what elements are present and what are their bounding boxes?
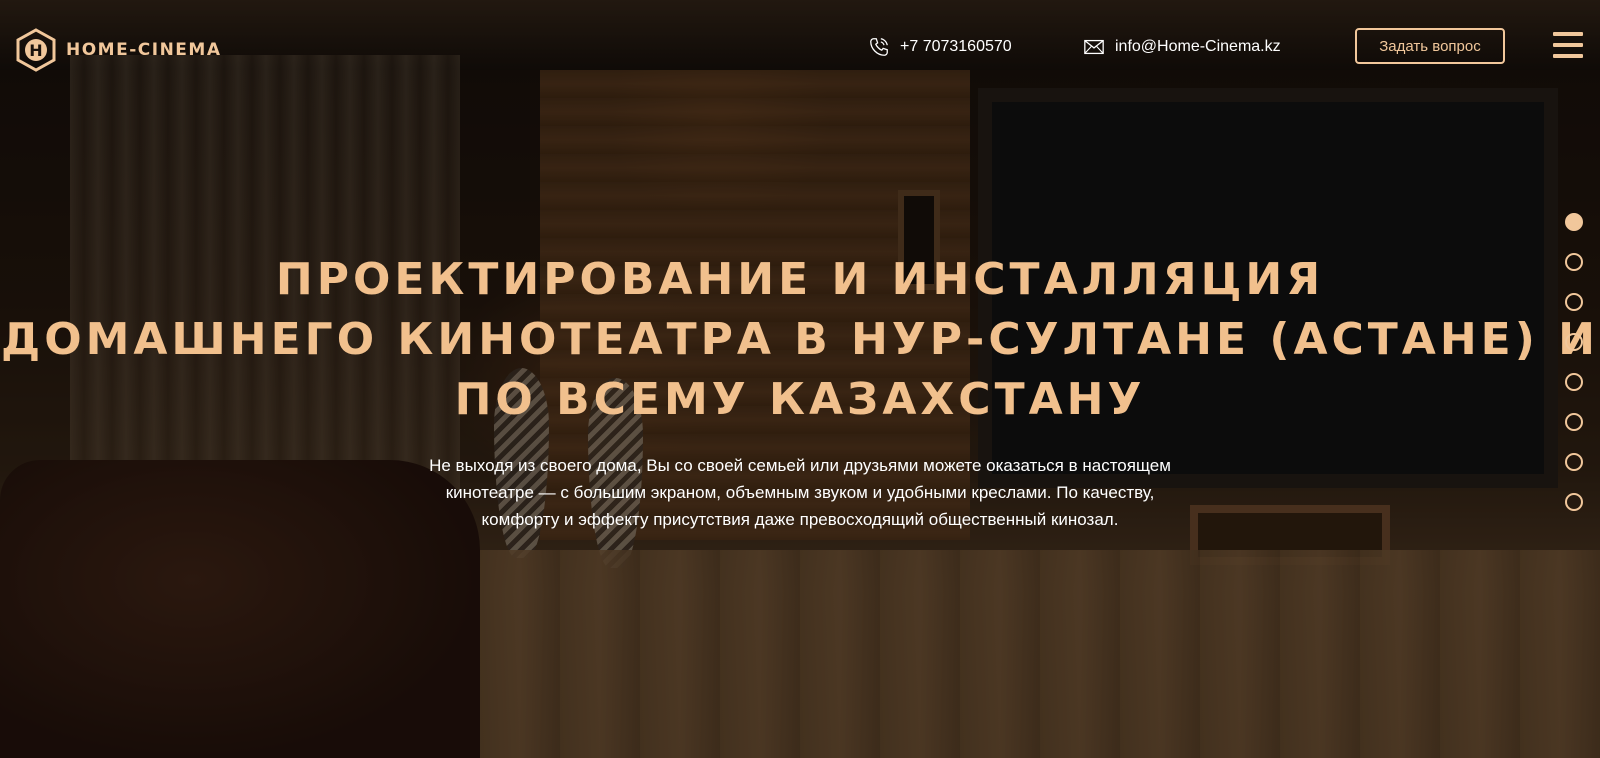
pager-dot-1[interactable] [1565, 213, 1583, 231]
hero-title-line: ПРОЕКТИРОВАНИЕ И ИНСТАЛЛЯЦИЯ [275, 254, 1325, 305]
pager-dot-7[interactable] [1565, 453, 1583, 471]
hero-description-line: комфорту и эффекту присутствия даже прев… [481, 510, 1119, 529]
logo-hexagon-icon: H [16, 28, 56, 72]
site-logo[interactable]: H HOME-CINEMA [16, 28, 221, 72]
hero-description-line: Не выходя из своего дома, Вы со своей се… [429, 456, 1171, 475]
hero-description-line: кинотеатре — с большим экраном, объемным… [445, 483, 1155, 502]
burger-bar [1553, 43, 1583, 47]
email-link[interactable]: info@Home-Cinema.kz [1083, 36, 1281, 58]
hero-description: Не выходя из своего дома, Вы со своей се… [380, 452, 1220, 533]
mail-icon [1084, 39, 1104, 55]
hero-title-line: ПО ВСЕМУ КАЗАХСТАНУ [454, 374, 1146, 425]
pager-dot-4[interactable] [1565, 333, 1583, 351]
phone-link[interactable]: +7 7073160570 [868, 36, 1012, 58]
burger-bar [1553, 32, 1583, 36]
pager-dot-6[interactable] [1565, 413, 1583, 431]
phone-number: +7 7073160570 [900, 38, 1012, 55]
ask-question-button[interactable]: Задать вопрос [1355, 28, 1505, 64]
hero-title-line: ДОМАШНЕГО КИНОТЕАТРА В НУР-СУЛТАНЕ (АСТА… [1, 314, 1599, 365]
logo-text: HOME-CINEMA [66, 40, 222, 60]
pager-dot-5[interactable] [1565, 373, 1583, 391]
pager-dot-3[interactable] [1565, 293, 1583, 311]
hamburger-menu-icon[interactable] [1553, 32, 1583, 58]
phone-icon [870, 38, 888, 56]
email-address: info@Home-Cinema.kz [1115, 38, 1281, 55]
hero-title: ПРОЕКТИРОВАНИЕ И ИНСТАЛЛЯЦИЯ ДОМАШНЕГО К… [0, 250, 1600, 430]
svg-text:H: H [29, 41, 42, 60]
burger-bar [1553, 54, 1583, 58]
pager-dot-8[interactable] [1565, 493, 1583, 511]
section-pager [1565, 213, 1583, 511]
pager-dot-2[interactable] [1565, 253, 1583, 271]
